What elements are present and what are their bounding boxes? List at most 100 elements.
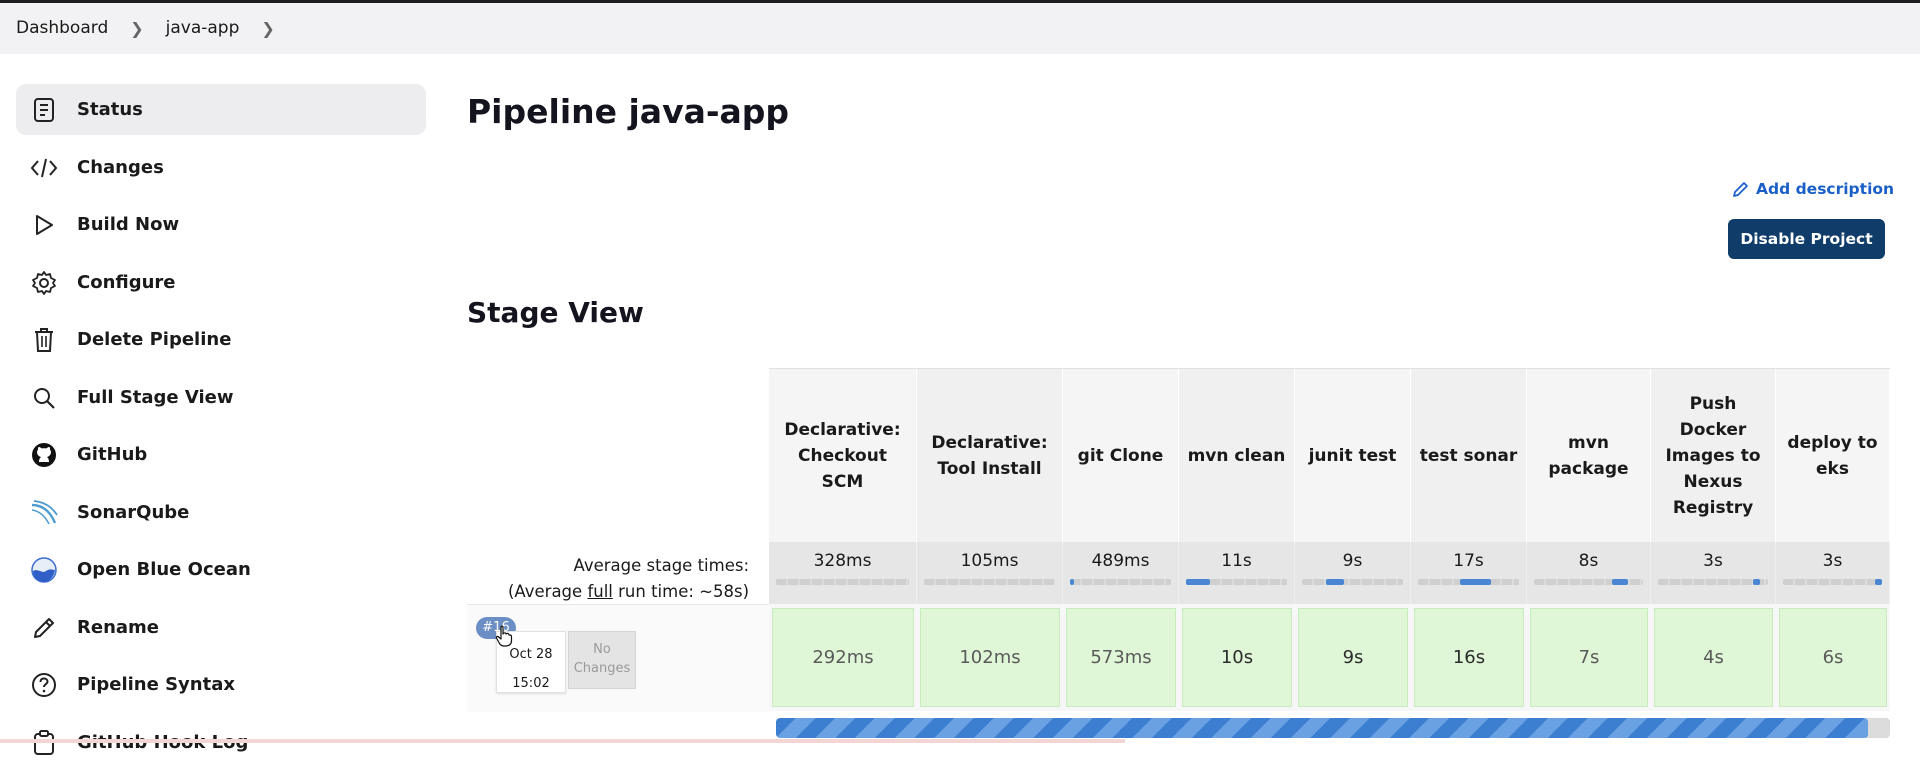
- average-prefix: (Average: [507, 582, 588, 601]
- average-stage-time-value: 328ms: [813, 551, 872, 571]
- stage-run-cell[interactable]: 102ms: [917, 604, 1063, 711]
- sidebar-item-changes[interactable]: Changes: [16, 142, 426, 193]
- stage-run-duration: 4s: [1654, 608, 1773, 707]
- disable-project-button[interactable]: Disable Project: [1728, 219, 1885, 259]
- stage-header: junit test: [1295, 369, 1411, 542]
- average-label: Average stage times: (Average full run t…: [508, 553, 749, 605]
- breadcrumb-dashboard[interactable]: Dashboard: [16, 18, 108, 38]
- play-icon: [30, 211, 58, 239]
- build-progress-fill: [776, 718, 1868, 738]
- stage-timeline-fill: [1875, 579, 1882, 585]
- sidebar-item-label: GitHub: [77, 444, 148, 465]
- average-times-row: 328ms 105ms 489ms 11s 9s 17s 8s 3s 3s: [769, 542, 1890, 604]
- failed-build-row-edge: [0, 739, 1125, 743]
- stage-run-duration: 573ms: [1066, 608, 1176, 707]
- stage-run-duration: 10s: [1182, 608, 1292, 707]
- stage-run-cell[interactable]: 573ms: [1063, 604, 1179, 711]
- average-full-run-label: (Average full run time: ~58s): [508, 579, 749, 605]
- trash-icon: [30, 326, 58, 354]
- add-description-label: Add description: [1756, 180, 1895, 198]
- sidebar-item-rename[interactable]: Rename: [16, 602, 426, 653]
- stage-header: test sonar: [1411, 369, 1527, 542]
- breadcrumb-bar: Dashboard ❯ java-app ❯: [0, 0, 1920, 54]
- average-stage-time: 489ms: [1063, 542, 1179, 604]
- blue-ocean-icon: [30, 556, 58, 584]
- sidebar-item-full-stage-view[interactable]: Full Stage View: [16, 372, 426, 423]
- stage-timeline-bar: [924, 579, 1055, 585]
- stage-timeline-bar: [1070, 579, 1171, 585]
- average-stage-time: 3s: [1651, 542, 1776, 604]
- sidebar-item-label: Status: [77, 99, 143, 120]
- stage-timeline-fill: [1612, 579, 1628, 585]
- average-stage-time: 105ms: [917, 542, 1063, 604]
- sidebar-item-sonarqube[interactable]: SonarQube: [16, 487, 426, 538]
- average-stage-time-value: 489ms: [1091, 551, 1150, 571]
- average-stage-time-value: 17s: [1453, 551, 1484, 571]
- sidebar-item-build-now[interactable]: Build Now: [16, 199, 426, 250]
- breadcrumb: Dashboard ❯ java-app ❯: [16, 18, 297, 38]
- sidebar-item-label: Full Stage View: [77, 386, 234, 408]
- sidebar-item-label: Configure: [77, 271, 176, 293]
- stage-header: deploy to eks: [1776, 369, 1890, 542]
- stage-timeline-bar: [776, 579, 909, 585]
- sidebar-item-label: Delete Pipeline: [77, 329, 232, 350]
- sidebar-item-label: Build Now: [77, 214, 180, 235]
- build-row: 292ms 102ms 573ms 10s 9s 16s 7s 4s 6s: [769, 604, 1890, 711]
- add-description-link[interactable]: Add description: [1732, 180, 1894, 198]
- sidebar-item-configure[interactable]: Configure: [16, 257, 426, 308]
- stage-run-duration: 9s: [1298, 608, 1408, 707]
- chevron-right-icon[interactable]: ❯: [130, 19, 143, 38]
- sidebar-item-label: Changes: [77, 156, 164, 178]
- stage-timeline-bar: [1783, 579, 1882, 585]
- stage-header: Push Docker Images to Nexus Registry: [1651, 369, 1776, 542]
- stage-timeline-bar: [1534, 579, 1643, 585]
- stage-run-duration: 6s: [1779, 608, 1887, 707]
- average-stage-time-value: 11s: [1221, 551, 1252, 571]
- no-changes-card: No Changes: [568, 631, 636, 689]
- sidebar-item-github[interactable]: GitHub: [16, 429, 426, 480]
- full-run-link[interactable]: full: [587, 582, 612, 601]
- stage-run-cell[interactable]: 6s: [1776, 604, 1890, 711]
- average-stage-time-value: 105ms: [960, 551, 1019, 571]
- chevron-right-icon[interactable]: ❯: [261, 19, 274, 38]
- stage-timeline-fill: [1070, 579, 1075, 585]
- sidebar-item-pipeline-syntax[interactable]: Pipeline Syntax: [16, 659, 426, 710]
- stage-run-cell[interactable]: 9s: [1295, 604, 1411, 711]
- average-stage-time-value: 3s: [1822, 551, 1843, 571]
- sidebar-item-open-blue-ocean[interactable]: Open Blue Ocean: [16, 544, 426, 595]
- stage-header: Declarative: Checkout SCM: [769, 369, 917, 542]
- average-stage-time-value: 9s: [1342, 551, 1363, 571]
- stage-timeline-bar: [1302, 579, 1403, 585]
- average-stage-time-value: 8s: [1578, 551, 1599, 571]
- search-icon: [30, 384, 58, 412]
- average-stage-time: 328ms: [769, 542, 917, 604]
- stage-run-cell[interactable]: 292ms: [769, 604, 917, 711]
- stage-timeline-bar: [1418, 579, 1519, 585]
- gear-icon: [30, 269, 58, 297]
- average-stage-time: 9s: [1295, 542, 1411, 604]
- average-suffix: run time: ~58s): [612, 582, 749, 601]
- stage-timeline-fill: [1460, 579, 1491, 585]
- status-icon: [30, 96, 58, 124]
- stage-header: mvn clean: [1179, 369, 1295, 542]
- page-title: Pipeline java-app: [467, 92, 790, 131]
- code-icon: [30, 154, 58, 182]
- breadcrumb-java-app[interactable]: java-app: [166, 18, 240, 38]
- stage-timeline-bar: [1186, 579, 1287, 585]
- sidebar-item-label: Pipeline Syntax: [77, 674, 235, 695]
- stage-run-cell[interactable]: 7s: [1527, 604, 1651, 711]
- stage-header: Declarative: Tool Install: [917, 369, 1063, 542]
- stage-run-duration: 7s: [1530, 608, 1648, 707]
- sidebar-item-delete-pipeline[interactable]: Delete Pipeline: [16, 314, 426, 365]
- sidebar-item-status[interactable]: Status: [16, 84, 426, 135]
- build-progress-bar: [776, 718, 1890, 738]
- stage-header: git Clone: [1063, 369, 1179, 542]
- build-info: #16 Oct 28 15:02 No Changes: [467, 604, 769, 712]
- stage-run-cell[interactable]: 16s: [1411, 604, 1527, 711]
- build-time: 15:02: [512, 676, 550, 691]
- stage-run-duration: 292ms: [772, 608, 914, 707]
- stage-run-cell[interactable]: 4s: [1651, 604, 1776, 711]
- sidebar-item-label: Open Blue Ocean: [77, 559, 251, 580]
- stage-run-cell[interactable]: 10s: [1179, 604, 1295, 711]
- stage-view-table: Declarative: Checkout SCM Declarative: To…: [769, 368, 1890, 711]
